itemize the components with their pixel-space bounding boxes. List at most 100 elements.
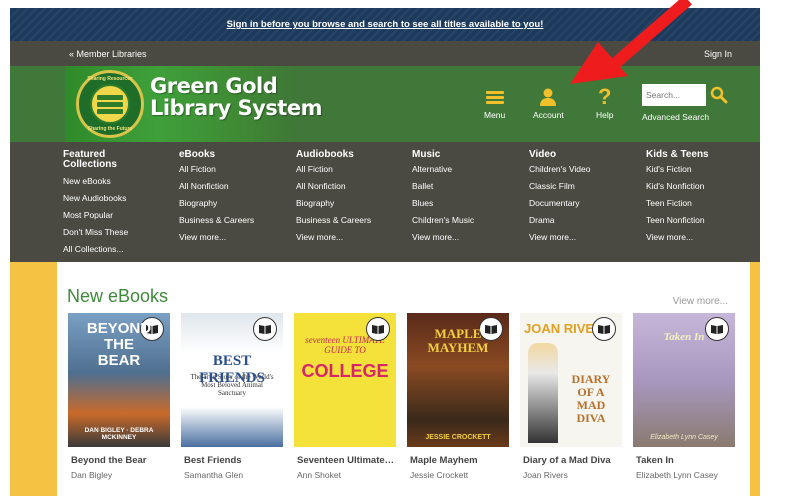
ebook-badge-icon	[592, 317, 616, 341]
menu-button[interactable]: Menu	[484, 84, 505, 120]
menu-column-title[interactable]: Music	[412, 150, 474, 160]
seal-book-icon	[90, 84, 130, 124]
book-card[interactable]: MAPLE MAYHEM JESSIE CROCKETT Maple Mayhe…	[407, 313, 509, 480]
new-ebooks-section: New eBooks View more... BEYOND THE BEAR …	[57, 262, 750, 496]
cover-author: Elizabeth Lynn Casey	[650, 434, 718, 441]
ebook-badge-icon	[705, 317, 729, 341]
menu-link[interactable]: Business & Careers	[179, 212, 254, 229]
book-cover[interactable]: BEYOND THE BEAR DAN BIGLEY · DEBRA MCKIN…	[68, 313, 170, 447]
brand-name[interactable]: Green Gold Library System	[150, 75, 322, 119]
menu-link[interactable]: Children's Music	[412, 212, 474, 229]
view-more-link[interactable]: View more...	[673, 296, 728, 307]
book-author[interactable]: Jessie Crockett	[407, 470, 509, 480]
book-cover[interactable]: seventeen ULTIMATE GUIDE TO COLLEGE	[294, 313, 396, 447]
book-card[interactable]: BEST FRIENDS The True Story of the World…	[181, 313, 283, 480]
book-card[interactable]: Taken In Elizabeth Lynn Casey Taken In E…	[633, 313, 735, 480]
book-cover[interactable]: Taken In Elizabeth Lynn Casey	[633, 313, 735, 447]
menu-link[interactable]: Don't Miss These	[63, 224, 133, 241]
menu-link[interactable]: Classic Film	[529, 178, 590, 195]
book-author[interactable]: Samantha Glen	[181, 470, 283, 480]
menu-link[interactable]: View more...	[296, 229, 371, 246]
menu-link[interactable]: All Nonfiction	[296, 178, 371, 195]
menu-column-title[interactable]: Audiobooks	[296, 150, 371, 160]
menu-link[interactable]: Biography	[296, 195, 371, 212]
cover-title: COLLEGE	[301, 361, 389, 381]
menu-column-music: Music Alternative Ballet Blues Children'…	[412, 150, 474, 246]
menu-link[interactable]: Ballet	[412, 178, 474, 195]
menu-column-ebooks: eBooks All Fiction All Nonfiction Biogra…	[179, 150, 254, 246]
menu-link[interactable]: View more...	[529, 229, 590, 246]
menu-link[interactable]: Teen Fiction	[646, 195, 709, 212]
person-icon	[539, 84, 557, 110]
menu-link[interactable]: All Nonfiction	[179, 178, 254, 195]
menu-link[interactable]: All Collections...	[63, 241, 133, 258]
book-card[interactable]: seventeen ULTIMATE GUIDE TO COLLEGE Seve…	[294, 313, 396, 480]
menu-link[interactable]: Biography	[179, 195, 254, 212]
member-libraries-link[interactable]: « Member Libraries	[69, 49, 147, 59]
book-card[interactable]: BEYOND THE BEAR DAN BIGLEY · DEBRA MCKIN…	[68, 313, 170, 480]
menu-link[interactable]: Kid's Nonfiction	[646, 178, 709, 195]
menu-link[interactable]: Business & Careers	[296, 212, 371, 229]
menu-link[interactable]: View more...	[646, 229, 709, 246]
menu-link[interactable]: Drama	[529, 212, 590, 229]
menu-link[interactable]: Children's Video	[529, 161, 590, 178]
hamburger-icon	[485, 84, 504, 110]
sign-in-link[interactable]: Sign In	[704, 49, 732, 59]
menu-column-title[interactable]: Kids & Teens	[646, 150, 709, 160]
menu-link[interactable]: View more...	[412, 229, 474, 246]
book-title[interactable]: Diary of a Mad Diva	[520, 455, 622, 466]
search-area: Advanced Search	[642, 84, 732, 122]
menu-link[interactable]: New eBooks	[63, 173, 133, 190]
top-nav: « Member Libraries Sign In	[10, 41, 760, 66]
ebook-badge-icon	[366, 317, 390, 341]
menu-column-title[interactable]: Featured Collections	[63, 150, 133, 170]
search-button[interactable]	[709, 84, 729, 106]
book-card[interactable]: JOAN RIVERS DIARY OF A MAD DIVA Diary of…	[520, 313, 622, 480]
search-input[interactable]	[642, 84, 706, 106]
book-title[interactable]: Beyond the Bear	[68, 455, 170, 466]
book-author[interactable]: Ann Shoket	[294, 470, 396, 480]
menu-link[interactable]: Kid's Fiction	[646, 161, 709, 178]
book-title[interactable]: Best Friends	[181, 455, 283, 466]
menu-link[interactable]: Blues	[412, 195, 474, 212]
menu-link[interactable]: New Audiobooks	[63, 190, 133, 207]
cover-figure	[528, 343, 558, 443]
menu-link[interactable]: Most Popular	[63, 207, 133, 224]
book-cover[interactable]: JOAN RIVERS DIARY OF A MAD DIVA	[520, 313, 622, 447]
menu-column-title[interactable]: Video	[529, 150, 590, 160]
question-mark-icon: ?	[598, 84, 612, 109]
book-author[interactable]: Joan Rivers	[520, 470, 622, 480]
menu-link[interactable]: All Fiction	[296, 161, 371, 178]
cover-authors: DAN BIGLEY · DEBRA MCKINNEY	[84, 427, 154, 441]
page-frame: Sign in before you browse and search to …	[10, 8, 760, 496]
cover-title: Taken In	[663, 331, 705, 343]
sign-in-banner-link[interactable]: Sign in before you browse and search to …	[227, 19, 544, 30]
cover-author: JESSIE CROCKETT	[425, 434, 491, 441]
account-button[interactable]: Account	[533, 84, 564, 120]
menu-link[interactable]: Teen Nonfiction	[646, 212, 709, 229]
book-cover[interactable]: MAPLE MAYHEM JESSIE CROCKETT	[407, 313, 509, 447]
book-author[interactable]: Dan Bigley	[68, 470, 170, 480]
library-seal-logo[interactable]: Sharing Resources Sharing the Future	[76, 70, 144, 138]
magnifier-icon	[710, 86, 728, 104]
book-cover[interactable]: BEST FRIENDS The True Story of the World…	[181, 313, 283, 447]
cover-title: MAPLE MAYHEM	[427, 326, 489, 355]
seal-top-text: Sharing Resources	[87, 76, 133, 82]
brand-line-1: Green Gold	[150, 74, 278, 98]
menu-link[interactable]: Alternative	[412, 161, 474, 178]
book-title[interactable]: Taken In	[633, 455, 735, 466]
help-button-label: Help	[596, 110, 614, 120]
menu-column-featured: Featured Collections New eBooks New Audi…	[63, 150, 133, 258]
book-title[interactable]: Seventeen Ultimate Guide to College	[294, 455, 396, 466]
book-title[interactable]: Maple Mayhem	[407, 455, 509, 466]
sign-in-banner: Sign in before you browse and search to …	[10, 8, 760, 41]
menu-link[interactable]: All Fiction	[179, 161, 254, 178]
menu-column-title[interactable]: eBooks	[179, 150, 254, 160]
menu-button-label: Menu	[484, 110, 506, 120]
advanced-search-link[interactable]: Advanced Search	[642, 112, 732, 122]
book-author[interactable]: Elizabeth Lynn Casey	[633, 470, 735, 480]
account-button-label: Account	[533, 110, 564, 120]
help-button[interactable]: ? Help	[596, 84, 613, 120]
menu-link[interactable]: View more...	[179, 229, 254, 246]
menu-link[interactable]: Documentary	[529, 195, 590, 212]
